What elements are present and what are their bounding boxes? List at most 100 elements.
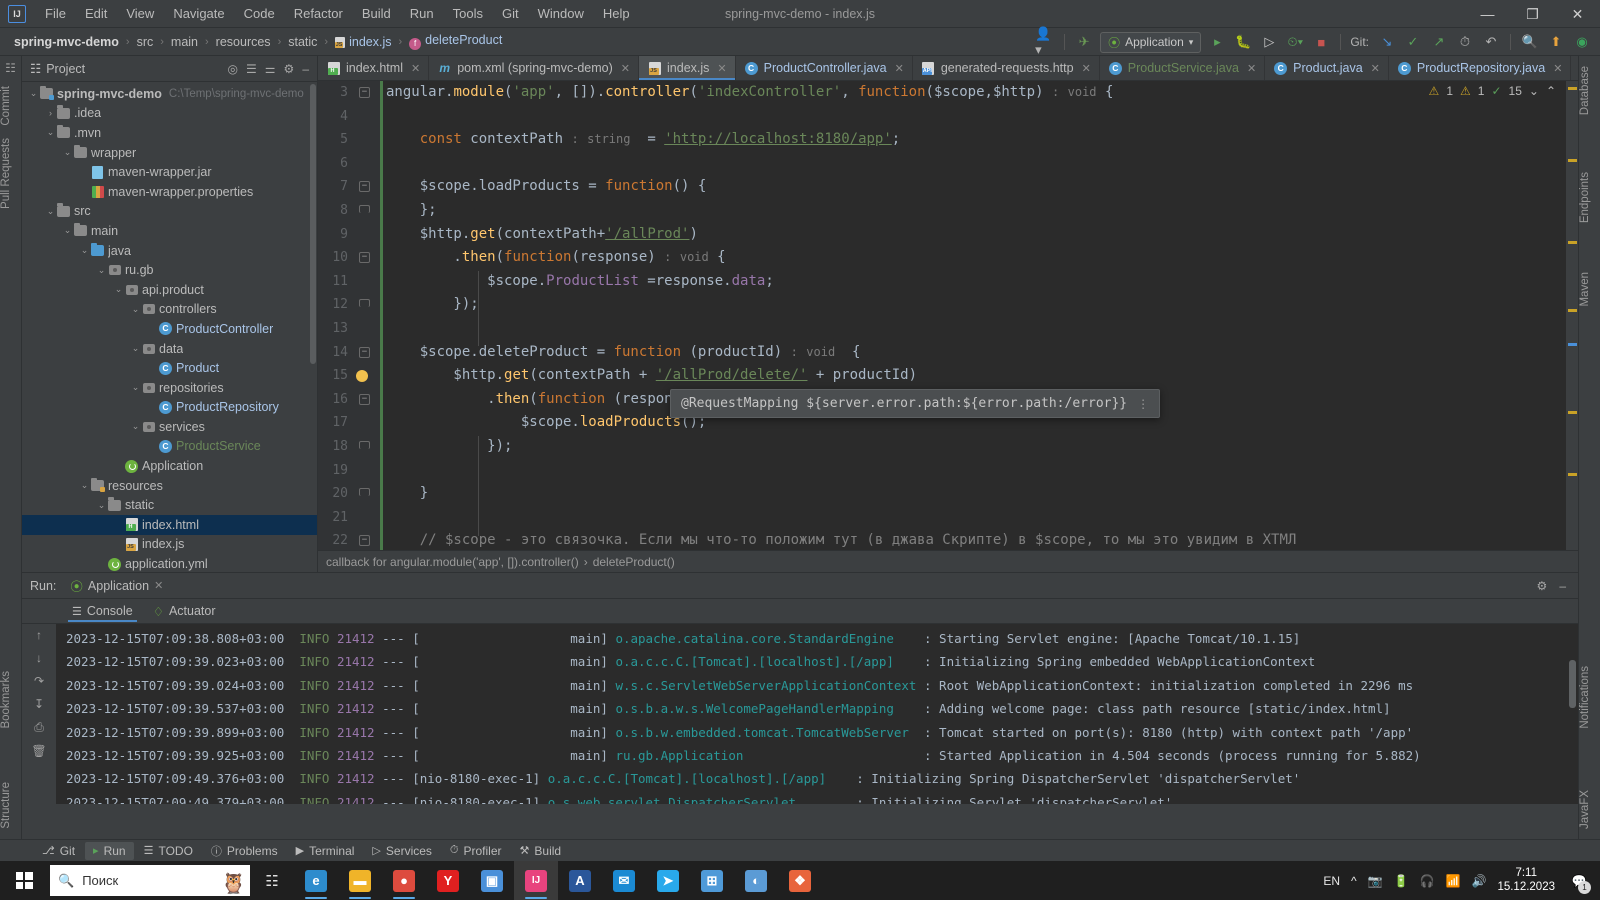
scroll-to-end-icon[interactable]: ↧ — [34, 697, 44, 711]
close-tab-icon[interactable]: ✕ — [621, 62, 630, 75]
tree-node-wrapper[interactable]: ⌄ wrapper — [22, 143, 317, 163]
code-line-13[interactable] — [380, 317, 1566, 341]
fold-toggle-icon[interactable] — [359, 299, 370, 308]
profile-icon[interactable]: 👤▾ — [1035, 26, 1055, 57]
menu-git[interactable]: Git — [493, 2, 528, 25]
tree-node-productrepository[interactable]: C ProductRepository — [22, 398, 317, 418]
chevron-down-icon[interactable]: ⌄ — [45, 127, 56, 138]
chevron-down-icon[interactable]: ⌄ — [62, 147, 73, 158]
minimize-button[interactable]: — — [1465, 0, 1510, 28]
wifi-icon[interactable]: 📶 — [1446, 874, 1461, 888]
tree-node-application-yml[interactable]: application.yml — [22, 554, 317, 572]
tree-scrollbar[interactable] — [310, 84, 316, 364]
project-tree[interactable]: ⌄ spring-mvc-demo C:\Temp\spring-mvc-demo ›… — [22, 82, 317, 572]
stripe-caret-marker[interactable] — [1568, 343, 1577, 346]
code-line-9[interactable]: $http.get(contextPath+'/allProd') — [380, 223, 1566, 247]
editor-tab-pom-xml--spring-mvc-demo-[interactable]: m pom.xml (spring-mvc-demo) ✕ — [429, 56, 640, 80]
code-line-6[interactable] — [380, 152, 1566, 176]
scroll-down-icon[interactable]: ↓ — [36, 651, 42, 665]
breadcrumb-item-main[interactable]: main — [167, 34, 202, 50]
chevron-down-icon[interactable]: ⌄ — [45, 206, 56, 217]
menu-edit[interactable]: Edit — [76, 2, 116, 25]
tree-node-maven-wrapper-jar[interactable]: maven-wrapper.jar — [22, 162, 317, 182]
git-history-icon[interactable]: ⏱ — [1455, 32, 1475, 52]
code-line-21[interactable] — [380, 506, 1566, 530]
fold-toggle-icon[interactable]: − — [359, 87, 370, 98]
start-button[interactable] — [0, 861, 48, 900]
chevron-down-icon[interactable]: ⌄ — [113, 284, 124, 295]
tree-node--mvn[interactable]: ⌄ .mvn — [22, 123, 317, 143]
sidebar-item-pull-requests[interactable]: Pull Requests — [0, 132, 12, 215]
intellij-idea-icon[interactable]: IJ — [514, 861, 558, 900]
sidebar-item-bookmarks[interactable]: Bookmarks — [0, 665, 12, 735]
mail-icon[interactable]: ✉ — [602, 861, 646, 900]
run-configuration-selector[interactable]: ⦿ Application ▾ — [1100, 31, 1202, 53]
expand-all-icon[interactable]: ☰ — [246, 62, 257, 76]
sidebar-item-javafx[interactable]: JavaFX — [1579, 784, 1591, 835]
more-tabs-icon[interactable]: ⋮ — [1571, 56, 1578, 80]
search-icon[interactable]: 🔍 — [1520, 32, 1540, 52]
chevron-down-icon[interactable]: ⌄ — [96, 265, 107, 276]
run-coverage-icon[interactable]: ▷ — [1259, 32, 1279, 52]
chevron-down-icon[interactable]: ⌄ — [130, 421, 141, 432]
chevron-down-icon[interactable]: ⌄ — [130, 304, 141, 315]
tool-window-run[interactable]: ▸ Run — [85, 841, 134, 860]
sidebar-item-notifications[interactable]: Notifications — [1579, 660, 1591, 735]
menu-tools[interactable]: Tools — [444, 2, 492, 25]
clock[interactable]: 7:11 15.12.2023 — [1497, 867, 1555, 893]
tool-window-todo[interactable]: ☰ TODO — [136, 842, 201, 860]
tree-node-static[interactable]: ⌄ static — [22, 495, 317, 515]
tree-node-resources[interactable]: ⌄ resources — [22, 476, 317, 496]
breadcrumb-item-method[interactable]: deleteProduct() — [593, 555, 675, 569]
breadcrumb-item-index-js[interactable]: JS index.js — [331, 34, 395, 50]
close-tab-icon[interactable]: ✕ — [1082, 62, 1091, 75]
chevron-right-icon[interactable]: › — [45, 108, 56, 118]
task-view-icon[interactable]: ☷ — [250, 861, 294, 900]
print-icon[interactable]: ⎙ — [34, 720, 44, 735]
tree-node-repositories[interactable]: ⌄ repositories — [22, 378, 317, 398]
tree-node-application[interactable]: Application — [22, 456, 317, 476]
menu-build[interactable]: Build — [353, 2, 400, 25]
tree-node-data[interactable]: ⌄ data — [22, 339, 317, 359]
stripe-warning-marker-6[interactable] — [1568, 473, 1577, 476]
file-explorer-icon[interactable]: ▬ — [338, 861, 382, 900]
fold-toggle-icon[interactable]: − — [359, 393, 370, 405]
code-viewport[interactable]: angular.module('app', []).controller('in… — [380, 81, 1566, 550]
chevron-down-icon[interactable]: ⌄ — [28, 88, 39, 99]
chevron-down-icon[interactable]: ⌄ — [130, 382, 141, 393]
tree-node-maven-wrapper-properties[interactable]: maven-wrapper.properties — [22, 182, 317, 202]
tool-window-build[interactable]: ⚒ Build — [512, 842, 570, 860]
git-update-icon[interactable]: ↘ — [1377, 32, 1397, 52]
project-strip-icon[interactable]: ☷ — [0, 56, 21, 80]
editor-tab-index-html[interactable]: Hindex.html ✕ — [318, 56, 430, 80]
tab-actuator[interactable]: ♢ Actuator — [145, 601, 224, 622]
editor-tab-productservice-java[interactable]: C ProductService.java ✕ — [1100, 56, 1266, 80]
git-rollback-icon[interactable]: ↶ — [1481, 32, 1501, 52]
tree-node-index-js[interactable]: JS index.js — [22, 535, 317, 555]
chevron-down-icon[interactable]: ⌄ — [130, 343, 141, 354]
yandex-browser-icon[interactable]: Y — [426, 861, 470, 900]
tab-console[interactable]: ☰ Console — [64, 601, 141, 622]
camera-icon[interactable]: 📷 — [1368, 874, 1383, 888]
git-push-icon[interactable]: ↗ — [1429, 32, 1449, 52]
sidebar-item-database[interactable]: Database — [1579, 60, 1591, 121]
run-config-tab[interactable]: ⦿ Application ✕ — [64, 574, 169, 597]
code-line-7[interactable]: $scope.loadProducts = function() { — [380, 175, 1566, 199]
git-commit-icon[interactable]: ✓ — [1403, 32, 1423, 52]
menu-help[interactable]: Help — [594, 2, 639, 25]
close-tab-icon[interactable]: ✕ — [895, 62, 904, 75]
menu-window[interactable]: Window — [529, 2, 593, 25]
code-line-5[interactable]: const contextPath : string = 'http://loc… — [380, 128, 1566, 152]
volume-icon[interactable]: 🔊 — [1471, 874, 1486, 888]
tree-node-controllers[interactable]: ⌄ controllers — [22, 300, 317, 320]
close-icon[interactable]: ✕ — [154, 579, 163, 592]
breadcrumb-item-src[interactable]: src — [133, 34, 158, 50]
fold-toggle-icon[interactable] — [359, 488, 370, 497]
postman-icon[interactable]: ◐ — [734, 861, 778, 900]
fold-toggle-icon[interactable]: − — [359, 535, 370, 547]
edge-icon[interactable]: e — [294, 861, 338, 900]
battery-icon[interactable]: 🔋 — [1394, 874, 1409, 888]
editor-gutter[interactable]: 3− 4 5 6 7−8 9 10− 11 12 13 14−15 16− 17 18 19 20 21 22− — [318, 81, 380, 550]
code-line-12[interactable]: }); — [380, 293, 1566, 317]
close-tab-icon[interactable]: ✕ — [1553, 62, 1562, 75]
